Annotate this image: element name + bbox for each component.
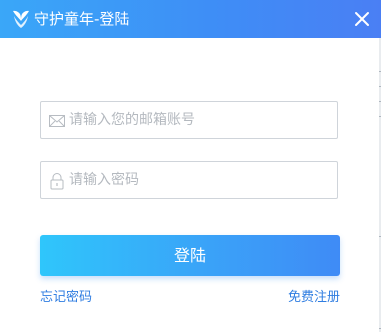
register-link[interactable]: 免费注册 xyxy=(288,290,340,306)
email-field[interactable] xyxy=(40,101,338,139)
password-field[interactable] xyxy=(40,161,338,199)
envelope-icon xyxy=(49,115,65,127)
password-input[interactable] xyxy=(69,162,331,198)
login-dialog: 守护童年-登陆 登陆 忘记密码 免费注册 xyxy=(0,0,381,332)
email-input[interactable] xyxy=(69,102,331,138)
login-button[interactable]: 登陆 xyxy=(40,235,340,276)
title-bar: 守护童年-登陆 xyxy=(0,0,381,38)
forgot-password-link[interactable]: 忘记密码 xyxy=(40,290,92,306)
window-title: 守护童年-登陆 xyxy=(34,10,130,28)
close-icon[interactable] xyxy=(353,10,371,28)
lock-icon xyxy=(50,173,64,190)
heart-leaf-logo xyxy=(13,10,29,28)
